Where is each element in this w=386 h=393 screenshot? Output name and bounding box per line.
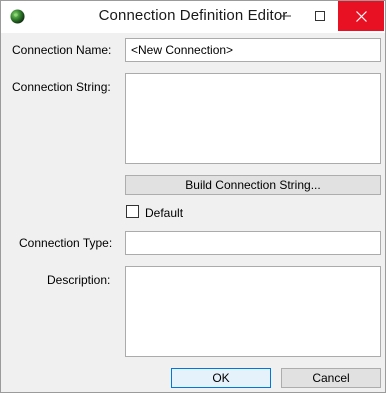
build-connection-string-button[interactable]: Build Connection String... [125, 175, 381, 195]
connection-string-label: Connection String: [12, 80, 111, 94]
connection-name-label: Connection Name: [12, 43, 112, 57]
connection-type-field[interactable] [125, 231, 381, 255]
minimize-icon [280, 15, 291, 17]
maximize-icon [314, 11, 325, 21]
default-checkbox[interactable] [126, 205, 139, 218]
connection-type-label: Connection Type: [19, 236, 113, 250]
close-icon [355, 10, 367, 22]
ok-button[interactable]: OK [171, 368, 271, 388]
default-checkbox-label[interactable]: Default [145, 206, 183, 220]
description-field[interactable] [125, 266, 381, 357]
dialog-body: Connection Name: <New Connection> Connec… [1, 33, 385, 392]
cancel-button[interactable]: Cancel [281, 368, 381, 388]
minimize-button[interactable] [269, 1, 302, 31]
connection-name-field[interactable]: <New Connection> [125, 38, 381, 62]
description-label: Description: [47, 273, 111, 287]
close-button[interactable] [338, 1, 384, 31]
maximize-button[interactable] [303, 1, 336, 31]
dialog-window: Connection Definition Editor Connection … [0, 0, 386, 393]
connection-string-field[interactable] [125, 73, 381, 164]
title-bar[interactable]: Connection Definition Editor [1, 1, 385, 33]
